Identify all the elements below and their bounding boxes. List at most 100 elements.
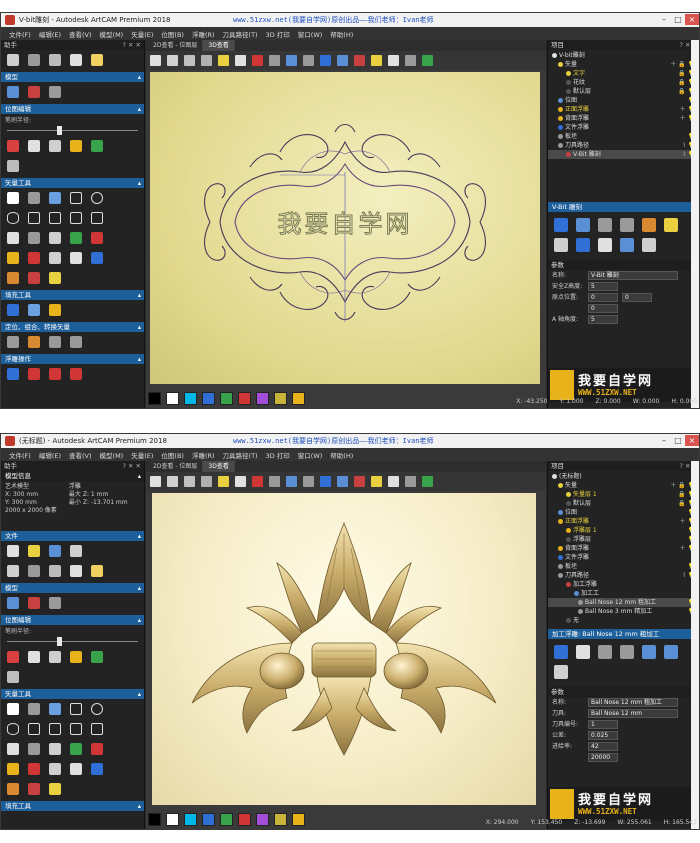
copy-icon[interactable] bbox=[70, 565, 82, 577]
fill-pattern-icon[interactable] bbox=[7, 304, 19, 316]
menu-bitmap[interactable]: 位图(B) bbox=[157, 450, 188, 460]
fill-wave-icon[interactable] bbox=[49, 304, 61, 316]
text-on-curve-icon[interactable] bbox=[28, 232, 40, 244]
transform-icon[interactable] bbox=[49, 336, 61, 348]
close-icon[interactable]: × bbox=[685, 14, 699, 25]
pen-icon[interactable] bbox=[7, 140, 19, 152]
refresh-icon[interactable] bbox=[554, 665, 568, 679]
tree-node-bitmaps[interactable]: 位图💡 bbox=[548, 508, 699, 517]
tab-2d-view[interactable]: 2D查看 - 位图层 bbox=[148, 461, 204, 472]
text-icon[interactable] bbox=[7, 232, 19, 244]
move-toolpath-icon[interactable] bbox=[620, 645, 634, 659]
paste-icon[interactable] bbox=[91, 565, 103, 577]
tab-3d-view[interactable]: 3D查看 bbox=[203, 40, 235, 51]
polyline-icon[interactable] bbox=[49, 192, 61, 204]
line-icon[interactable] bbox=[7, 160, 19, 172]
new-file-icon[interactable] bbox=[7, 545, 19, 557]
param-spindle-field[interactable]: 20000 bbox=[588, 753, 618, 762]
link-color-icon[interactable] bbox=[91, 651, 103, 663]
menu-window[interactable]: 窗口(W) bbox=[294, 29, 327, 39]
save-icon[interactable] bbox=[49, 545, 61, 557]
tree-node-vbit-toolpath[interactable]: V-Bit 雕刻 ⌇ 💡 bbox=[548, 150, 699, 159]
text-icon[interactable] bbox=[7, 743, 19, 755]
section-position-group[interactable]: 定位、组合、转换矢量 ▴ bbox=[1, 322, 144, 332]
wire-icon[interactable] bbox=[405, 55, 416, 66]
brush-radius-slider[interactable] bbox=[7, 637, 138, 646]
offset-icon[interactable] bbox=[49, 232, 61, 244]
paste-icon[interactable] bbox=[91, 54, 103, 66]
circle-icon[interactable] bbox=[91, 192, 103, 204]
origin-icon[interactable] bbox=[28, 597, 40, 609]
tree-node-text-layer[interactable]: 文字 🔒 💡 bbox=[548, 69, 699, 78]
menu-edit[interactable]: 编辑(E) bbox=[35, 29, 65, 39]
maximize-icon[interactable]: □ bbox=[671, 435, 685, 446]
tree-node-project[interactable]: V-bit雕刻 bbox=[548, 51, 699, 60]
simulate-icon[interactable] bbox=[642, 645, 656, 659]
redo-icon[interactable] bbox=[28, 565, 40, 577]
save-toolpath-icon[interactable] bbox=[554, 218, 568, 232]
wave-icon[interactable] bbox=[7, 763, 19, 775]
tree-node-ballnose-12[interactable]: Ball Nose 12 mm 粗加工💡 bbox=[548, 598, 699, 607]
light-icon[interactable] bbox=[218, 55, 229, 66]
close-icon[interactable]: × bbox=[685, 435, 699, 446]
bucket-icon[interactable] bbox=[91, 252, 103, 264]
highlight-icon[interactable] bbox=[371, 476, 382, 487]
undo-icon[interactable] bbox=[7, 54, 19, 66]
open-folder-icon[interactable] bbox=[28, 545, 40, 557]
preview-icon[interactable] bbox=[664, 645, 678, 659]
calculate-icon[interactable] bbox=[576, 218, 590, 232]
tree-node-back-relief[interactable]: 背面浮雕＋ 💡 bbox=[548, 544, 699, 553]
redo-icon[interactable] bbox=[28, 54, 40, 66]
wave-icon[interactable] bbox=[7, 252, 19, 264]
tree-node-relief-layer-1[interactable]: 浮雕层 1💡 bbox=[548, 526, 699, 535]
color-grid-icon[interactable] bbox=[70, 140, 82, 152]
delete-node-icon[interactable] bbox=[91, 232, 103, 244]
eyedropper-icon[interactable] bbox=[49, 651, 61, 663]
section-vector-tools[interactable]: 矢量工具 ▴ bbox=[1, 689, 144, 699]
select-arrow-icon[interactable] bbox=[7, 703, 19, 715]
relief-shape-icon[interactable] bbox=[28, 368, 40, 380]
relief-view-icon[interactable] bbox=[286, 55, 297, 66]
calculator-icon[interactable] bbox=[554, 238, 568, 252]
tab-2d-view[interactable]: 2D查看 - 位图层 bbox=[148, 40, 204, 51]
offset-icon[interactable] bbox=[49, 743, 61, 755]
tree-node-blank[interactable]: 板坯💡 bbox=[548, 132, 699, 141]
axis-icon[interactable] bbox=[252, 55, 263, 66]
tree-node-vectors[interactable]: 矢量＋ 🔒 💡 bbox=[548, 60, 699, 69]
render-icon[interactable] bbox=[235, 476, 246, 487]
tree-node-ballnose-3[interactable]: Ball Nose 3 mm 精加工💡 bbox=[548, 607, 699, 616]
shade-icon[interactable] bbox=[337, 55, 348, 66]
menu-relief[interactable]: 浮雕(R) bbox=[188, 29, 219, 39]
section-file[interactable]: 文件 ▴ bbox=[1, 531, 144, 541]
tree-node-default-layer[interactable]: 默认层 🔒 💡 bbox=[548, 499, 699, 508]
tree-node-file-relief[interactable]: 文件浮雕 bbox=[548, 123, 699, 132]
view-side-icon[interactable] bbox=[201, 55, 212, 66]
split-icon[interactable] bbox=[70, 763, 82, 775]
menu-3dprint[interactable]: 3D 打印 bbox=[262, 450, 294, 460]
add-node-icon[interactable] bbox=[70, 232, 82, 244]
param-home-y-field[interactable]: 0 bbox=[622, 293, 652, 302]
fill-texture-icon[interactable] bbox=[28, 304, 40, 316]
line-icon[interactable] bbox=[7, 671, 19, 683]
link-color-icon[interactable] bbox=[91, 140, 103, 152]
star-icon[interactable] bbox=[49, 597, 61, 609]
menu-relief[interactable]: 浮雕(R) bbox=[188, 450, 219, 460]
folder-vector-icon[interactable] bbox=[49, 783, 61, 795]
param-tool-field[interactable]: Ball Nose 12 mm bbox=[588, 709, 678, 718]
node-edit-icon[interactable] bbox=[28, 703, 40, 715]
view-side-icon[interactable] bbox=[201, 476, 212, 487]
mirror-icon[interactable] bbox=[70, 336, 82, 348]
fill-icon[interactable] bbox=[28, 140, 40, 152]
tree-node-pattern-layer[interactable]: 花纹 🔒 💡 bbox=[548, 78, 699, 87]
smooth-icon[interactable] bbox=[7, 783, 19, 795]
menu-model[interactable]: 模型(M) bbox=[96, 29, 128, 39]
tree-node-front-relief[interactable]: 正面浮雕＋ 💡 bbox=[548, 517, 699, 526]
shade-icon[interactable] bbox=[337, 476, 348, 487]
bucket-icon[interactable] bbox=[91, 763, 103, 775]
param-home-z-field[interactable]: 0 bbox=[588, 304, 618, 313]
tree-node-blank[interactable]: 板坯💡 bbox=[548, 562, 699, 571]
menu-help[interactable]: 帮助(H) bbox=[326, 450, 357, 460]
undo-icon[interactable] bbox=[7, 565, 19, 577]
menu-bitmap[interactable]: 位图(B) bbox=[157, 29, 188, 39]
menu-file[interactable]: 文件(F) bbox=[5, 29, 35, 39]
